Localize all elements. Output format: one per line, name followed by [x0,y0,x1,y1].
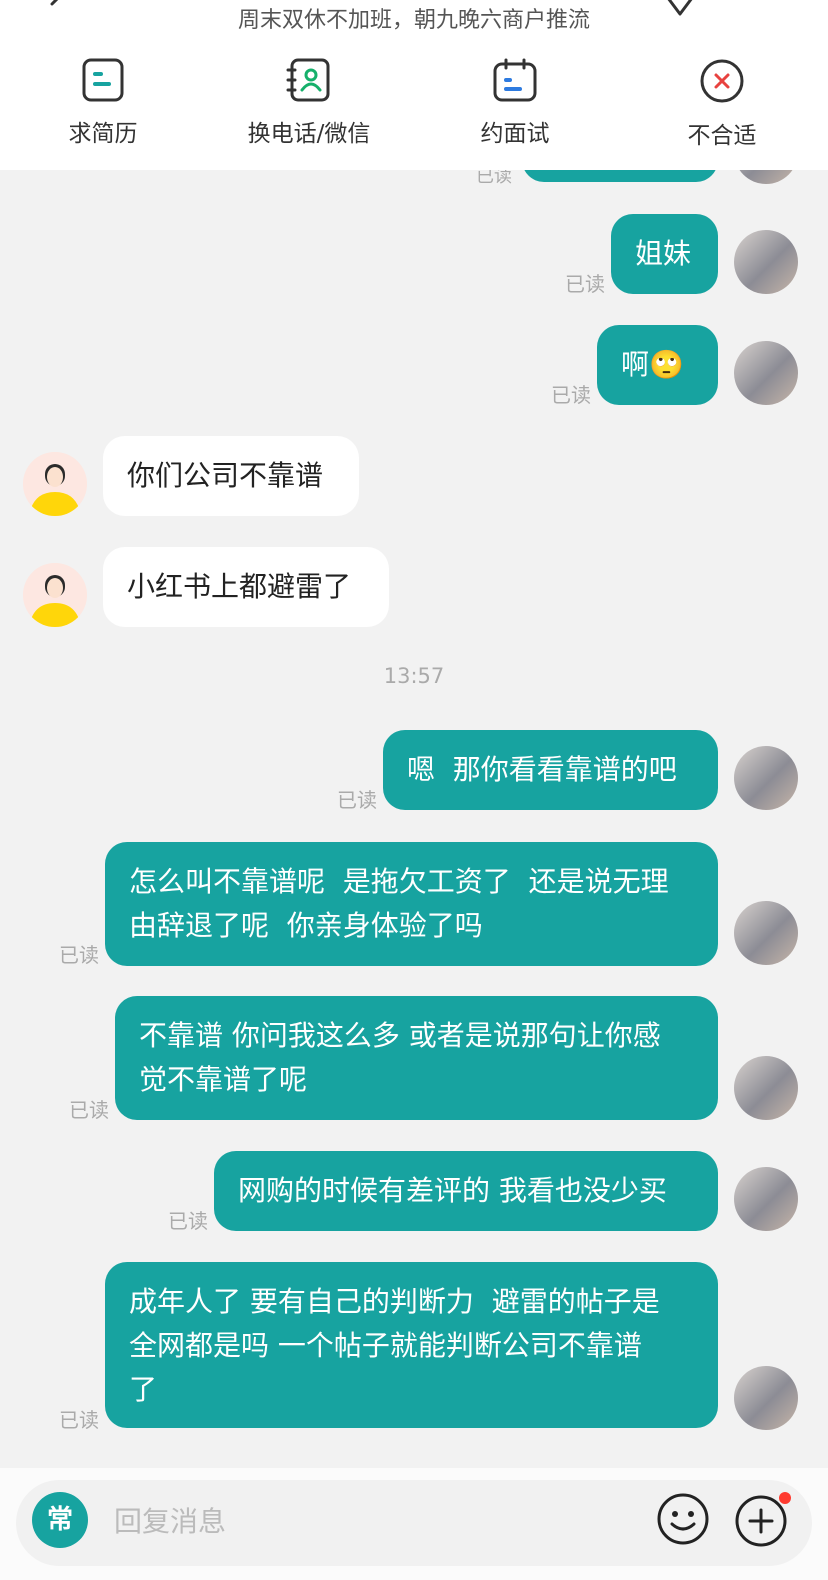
message-bubble-partial[interactable] [522,170,718,182]
message-bubble-sent[interactable]: 怎么叫不靠谱呢 是拖欠工资了 还是说无理 由辞退了呢 你亲身体验了吗 [105,842,718,966]
chat-header: 周末双休不加班，朝九晚六商户推流 求简历 换电话/微信 约面试 不合适 [0,0,828,170]
read-status: 已读 [59,943,99,967]
schedule-interview-button[interactable]: 约面试 [435,58,595,158]
calendar-icon [493,58,537,102]
read-status: 已读 [168,1209,208,1233]
message-text-line: 觉不靠谱了呢 [139,1063,308,1096]
add-more-icon[interactable] [734,1492,792,1548]
contact-avatar-illustration [23,452,87,516]
chat-message-list[interactable]: 已读 姐妹 已读 啊🙄 已读 你们公司不靠谱 小红书上都避雷了 13:57 嗯 … [0,170,828,1468]
message-text: 网购的时候有差评的 我看也没少买 [238,1174,667,1207]
message-bubble-sent[interactable]: 姐妹 [611,214,718,294]
message-text-line: 了 [129,1373,158,1406]
my-avatar[interactable] [734,746,798,810]
emoji-icon[interactable] [656,1492,710,1546]
message-timestamp: 13:57 [383,664,445,688]
job-subtitle: 周末双休不加班，朝九晚六商户推流 [237,8,590,33]
reply-bar: 常 回复消息 [0,1468,828,1580]
message-text-line: 成年人了 要有自己的判断力 避雷的帖子是 [129,1285,660,1318]
contact-card-icon [286,58,330,102]
message-bubble-received[interactable]: 你们公司不靠谱 [103,436,359,516]
message-text: 啊🙄 [621,348,684,381]
my-avatar[interactable] [734,230,798,294]
read-status: 已读 [476,170,512,187]
resume-icon [82,58,124,102]
not-suitable-label: 不合适 [687,123,757,149]
star-icon[interactable] [660,0,700,24]
message-text: 嗯 那你看看靠谱的吧 [407,753,677,786]
message-text-line: 不靠谱 你问我这么多 或者是说那句让你感 [139,1019,661,1052]
my-avatar[interactable] [734,341,798,405]
not-suitable-button[interactable]: 不合适 [642,58,802,158]
read-status: 已读 [59,1408,99,1432]
message-bubble-sent[interactable]: 成年人了 要有自己的判断力 避雷的帖子是 全网都是吗 一个帖子就能判断公司不靠谱… [105,1262,718,1428]
my-avatar[interactable] [734,901,798,965]
read-status: 已读 [551,383,591,407]
exchange-contact-button[interactable]: 换电话/微信 [229,58,389,158]
my-avatar[interactable] [734,1366,798,1430]
read-status: 已读 [337,788,377,812]
message-text: 小红书上都避雷了 [127,570,352,603]
message-text-line: 怎么叫不靠谱呢 是拖欠工资了 还是说无理 [129,865,669,898]
read-status: 已读 [565,272,605,296]
message-text: 你们公司不靠谱 [127,459,324,492]
contact-avatar[interactable] [23,563,87,627]
message-text-line: 全网都是吗 一个帖子就能判断公司不靠谱 [129,1329,642,1362]
my-avatar[interactable] [734,1167,798,1231]
message-text-line: 由辞退了呢 你亲身体验了吗 [129,909,483,942]
message-bubble-sent[interactable]: 嗯 那你看看靠谱的吧 [383,730,718,810]
schedule-interview-label: 约面试 [480,121,550,147]
read-status: 已读 [69,1098,109,1122]
notification-dot [779,1492,791,1504]
contact-avatar-illustration [23,563,87,627]
message-text: 姐妹 [635,237,692,270]
message-bubble-sent[interactable]: 不靠谱 你问我这么多 或者是说那句让你感 觉不靠谱了呢 [115,996,718,1120]
reply-input[interactable]: 回复消息 [114,1500,226,1540]
reject-icon [700,59,744,103]
message-bubble-received[interactable]: 小红书上都避雷了 [103,547,389,627]
my-avatar[interactable] [734,1056,798,1120]
request-resume-label: 求简历 [68,121,138,147]
exchange-contact-label: 换电话/微信 [247,121,371,147]
request-resume-button[interactable]: 求简历 [23,58,183,158]
contact-avatar[interactable] [23,452,87,516]
common-phrases-button[interactable]: 常 [32,1492,88,1548]
message-bubble-sent[interactable]: 网购的时候有差评的 我看也没少买 [214,1151,718,1231]
message-bubble-sent[interactable]: 啊🙄 [597,325,718,405]
my-avatar[interactable] [734,170,798,184]
